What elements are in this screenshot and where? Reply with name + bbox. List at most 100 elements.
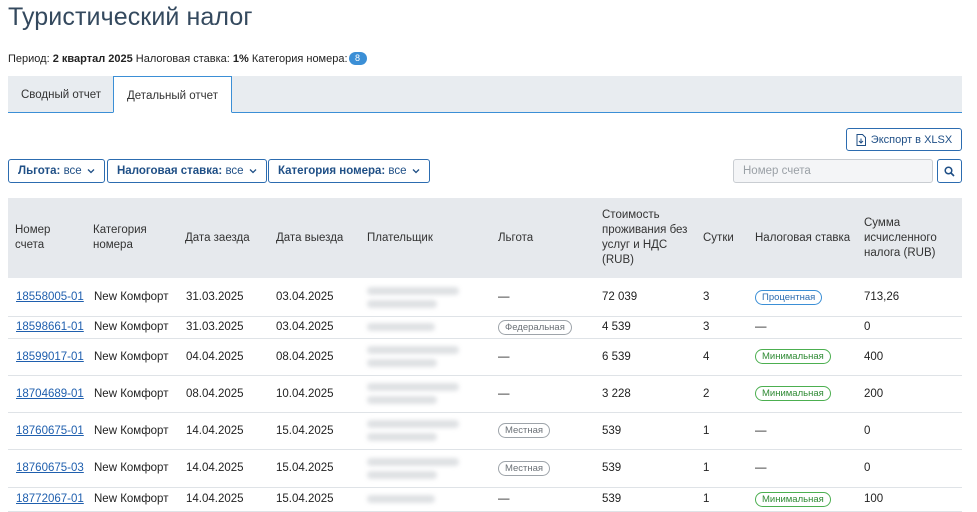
cell-benefit: — xyxy=(498,487,510,511)
column-checkin: Дата заезда xyxy=(185,231,250,244)
column-payer: Плательщик xyxy=(367,231,433,244)
column-tax-rate: Налоговая ставка xyxy=(755,231,851,244)
column-cost: Стоимость проживания без услуг и НДС (RU… xyxy=(602,209,688,266)
cell-payer xyxy=(367,412,459,449)
column-room-category: Категория номера xyxy=(93,224,147,251)
payer-name-redacted xyxy=(367,383,459,404)
column-days: Сутки xyxy=(703,231,734,244)
payer-name-redacted xyxy=(367,495,435,503)
payer-name-redacted xyxy=(367,420,459,441)
cell-tax: 0 xyxy=(864,462,871,474)
cell-tax-rate: — xyxy=(755,316,767,338)
account-link[interactable]: 18704689-01 xyxy=(16,388,84,400)
cell-account: 18760675-03 xyxy=(16,449,84,487)
cell-checkout: 10.04.2025 xyxy=(276,387,334,400)
cell-account: 18598661-01 xyxy=(16,316,84,338)
rate-value: 1% xyxy=(232,53,249,65)
filter-tax-rate-label: Налоговая ставка: xyxy=(117,165,223,177)
table-row: 18760675-03 New Комфорт 14.04.2025 15.04.20… xyxy=(8,449,962,488)
cell-days: 3 xyxy=(703,291,710,303)
cell-category: New Комфорт xyxy=(94,462,169,474)
cell-checkin: 14.04.2025 xyxy=(186,424,244,437)
account-link[interactable]: 18760675-01 xyxy=(16,425,84,437)
search-icon xyxy=(944,165,955,177)
cell-checkout: 15.04.2025 xyxy=(276,462,334,474)
account-link[interactable]: 18760675-03 xyxy=(16,462,84,474)
benefit-value: — xyxy=(498,291,510,303)
cell-payer xyxy=(367,449,459,487)
chevron-down-icon xyxy=(87,169,95,174)
column-tax-amount: Сумма исчисленного налога (RUB) xyxy=(864,216,937,259)
tax-rate-value: — xyxy=(755,462,767,474)
tab-summary-report[interactable]: Сводный отчет xyxy=(8,76,114,112)
cell-tax: 0 xyxy=(864,321,871,333)
cell-payer xyxy=(367,487,435,511)
account-link[interactable]: 18772067-01 xyxy=(16,493,84,505)
column-account: Номер счета xyxy=(15,224,51,251)
cell-benefit: Местная xyxy=(498,412,551,449)
cell-tax: 400 xyxy=(864,350,884,363)
cell-benefit: — xyxy=(498,338,510,375)
cell-category: New Комфорт xyxy=(94,321,169,333)
tab-bar: Сводный отчет Детальный отчет xyxy=(8,76,962,113)
search-button[interactable] xyxy=(937,159,962,183)
cell-checkout: 15.04.2025 xyxy=(276,493,334,505)
category-count-badge[interactable]: 8 xyxy=(348,52,367,65)
cell-checkout: 03.04.2025 xyxy=(276,291,334,303)
cell-category: New Комфорт xyxy=(94,424,169,437)
column-checkout: Дата выезда xyxy=(276,231,344,244)
cell-payer xyxy=(367,278,459,316)
cell-cost: 6 539 xyxy=(602,350,631,363)
account-link[interactable]: 18599017-01 xyxy=(16,351,84,363)
account-link[interactable]: 18598661-01 xyxy=(16,321,84,333)
cell-days: 1 xyxy=(703,493,710,505)
cell-checkout: 15.04.2025 xyxy=(276,424,334,437)
filter-tax-rate-value: все xyxy=(225,165,244,177)
filter-room-category[interactable]: Категория номера: все xyxy=(268,159,430,183)
cell-checkin: 14.04.2025 xyxy=(186,493,244,505)
period-label: Период: xyxy=(8,53,50,65)
rate-label: Налоговая ставка: xyxy=(135,53,230,65)
benefit-value: — xyxy=(498,387,510,400)
filter-tax-rate[interactable]: Налоговая ставка: все xyxy=(107,159,267,183)
cell-tax: 0 xyxy=(864,424,871,437)
cell-tax-rate: — xyxy=(755,449,767,487)
table-row: 18772067-01 New Комфорт 14.04.2025 15.04.20… xyxy=(8,487,962,512)
account-link[interactable]: 18558005-01 xyxy=(16,291,84,303)
cell-account: 18704689-01 xyxy=(16,375,84,412)
cell-benefit: Местная xyxy=(498,449,551,487)
period-value: 2 квартал 2025 xyxy=(52,53,133,65)
column-benefit: Льгота xyxy=(498,231,534,244)
benefit-value: — xyxy=(498,350,510,363)
payer-name-redacted xyxy=(367,457,459,479)
cell-category: New Комфорт xyxy=(94,291,169,303)
payer-name-redacted xyxy=(367,323,435,331)
cell-checkout: 03.04.2025 xyxy=(276,321,334,333)
export-xlsx-button[interactable]: Экспорт в XLSX xyxy=(846,128,962,151)
account-search-input[interactable] xyxy=(733,159,933,183)
table-row: 18598661-01 New Комфорт 31.03.2025 03.04.20… xyxy=(8,316,962,339)
filter-room-category-value: все xyxy=(388,165,407,177)
table-header: Номер счета Категория номера Дата заезда… xyxy=(8,198,962,278)
cell-checkin: 08.04.2025 xyxy=(186,387,244,400)
filter-benefit[interactable]: Льгота: все xyxy=(8,159,105,183)
payer-name-redacted xyxy=(367,286,459,308)
tab-detailed-report[interactable]: Детальный отчет xyxy=(113,76,232,113)
cell-days: 1 xyxy=(703,424,710,437)
benefit-badge: Местная xyxy=(498,460,551,476)
chevron-down-icon xyxy=(412,169,420,174)
cell-days: 1 xyxy=(703,462,710,474)
cell-cost: 3 228 xyxy=(602,387,631,400)
cell-days: 3 xyxy=(703,321,710,333)
cell-payer xyxy=(367,375,459,412)
cell-payer xyxy=(367,338,459,375)
cell-cost: 539 xyxy=(602,462,622,474)
cell-tax-rate: Минимальная xyxy=(755,375,831,412)
cell-benefit: — xyxy=(498,375,510,412)
page-title: Туристический налог xyxy=(8,3,253,31)
cell-checkout: 08.04.2025 xyxy=(276,350,334,363)
file-download-icon xyxy=(856,133,866,146)
payer-name-redacted xyxy=(367,346,459,367)
cell-benefit: — xyxy=(498,278,510,316)
cell-checkin: 31.03.2025 xyxy=(186,291,244,303)
